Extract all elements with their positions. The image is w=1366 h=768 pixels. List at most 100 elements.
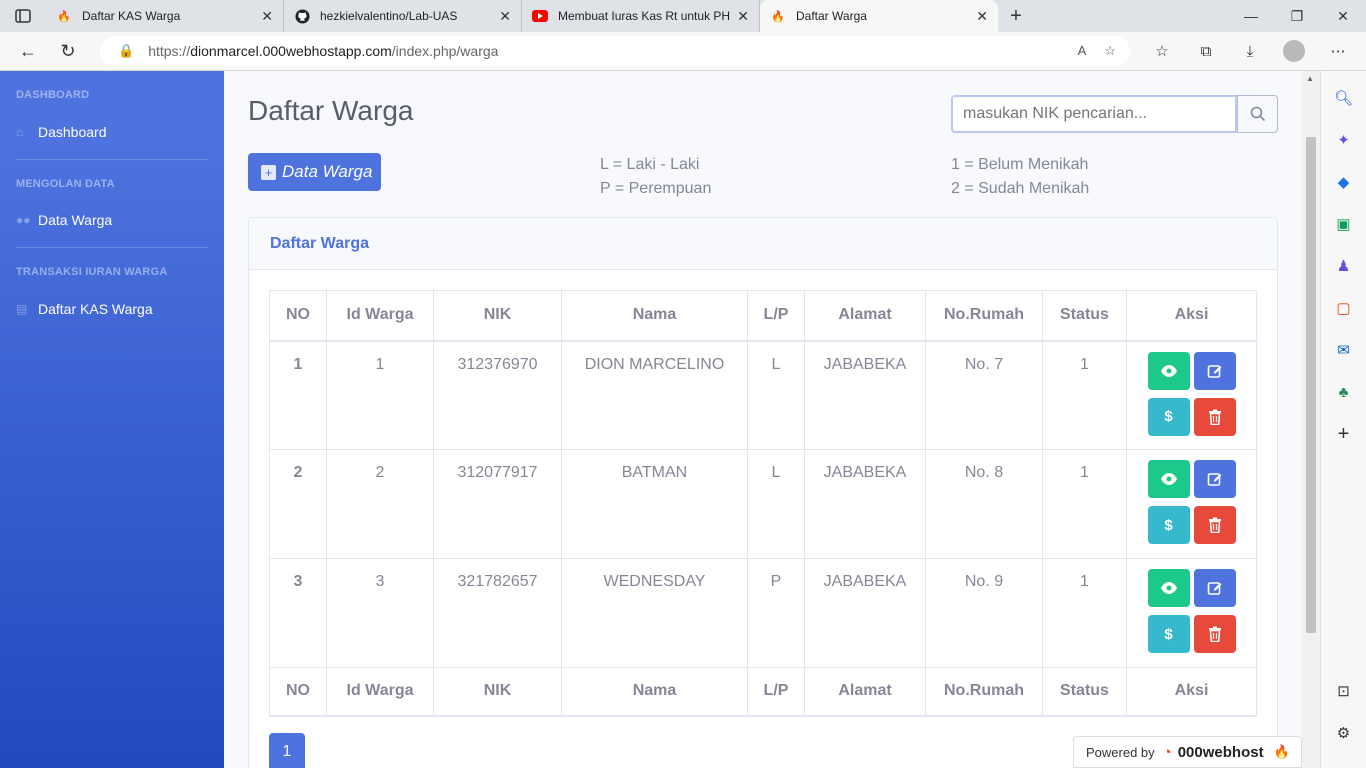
view-button[interactable] (1147, 351, 1190, 390)
legend-line: L = Laki - Laki (600, 156, 700, 173)
address-toolbar: ← ↻ 🔒 https://dionmarcel.000webhostapp.c… (0, 32, 1366, 71)
outlook-icon[interactable]: ✉ (1329, 335, 1359, 365)
profile-avatar[interactable] (1283, 40, 1305, 62)
close-tab-icon[interactable]: ✕ (976, 8, 988, 25)
delete-button[interactable] (1193, 506, 1236, 544)
column-header: Id Warga (326, 290, 434, 342)
add-favorite-icon[interactable]: ☆ (1104, 43, 1116, 59)
collections-icon[interactable]: ⧉ (1184, 36, 1228, 66)
tab-actions-icon[interactable] (0, 0, 46, 32)
view-button[interactable] (1147, 460, 1190, 498)
cell-status: 1 (1042, 449, 1127, 559)
restore-icon[interactable]: ❐ (1274, 0, 1320, 32)
column-header: Nama (561, 290, 748, 342)
cell-no: 2 (269, 449, 327, 559)
browser-tab-3[interactable]: Membuat Iuras Kas Rt untuk PHP ✕ (522, 0, 760, 32)
search-input[interactable] (951, 95, 1237, 133)
view-button[interactable] (1147, 569, 1190, 607)
browser-tab-1[interactable]: 🔥 Daftar KAS Warga ✕ (46, 0, 284, 32)
favorites-icon[interactable]: ☆ (1140, 36, 1184, 66)
cell-lp: L (747, 449, 805, 559)
shopping-tag-icon[interactable]: ◆ (1329, 167, 1359, 197)
home-icon: ⌂ (16, 125, 24, 139)
search-icon[interactable]: 🔍︎ (1329, 83, 1359, 113)
office-icon[interactable]: ▢ (1329, 293, 1359, 323)
sidebar-item-kas-warga[interactable]: ▤ Daftar KAS Warga (16, 301, 153, 317)
tab-title: hezkielvalentino/Lab-UAS (320, 9, 458, 23)
pay-button[interactable]: $ (1147, 506, 1190, 544)
edit-button[interactable] (1193, 460, 1236, 498)
cell-rumah: No. 9 (925, 558, 1043, 668)
browser-tab-4[interactable]: 🔥 Daftar Warga ✕ (760, 0, 998, 32)
copilot-icon[interactable]: ✦ (1329, 125, 1359, 155)
search-button[interactable] (1237, 95, 1278, 133)
cell-alamat: JABABEKA (804, 449, 926, 559)
sidebar-heading: MENGOLAN DATA (16, 178, 115, 190)
tools-icon[interactable]: ▣ (1329, 209, 1359, 239)
tab-title: Daftar Warga (796, 9, 867, 23)
cell-aksi: $ (1126, 340, 1257, 450)
page-scrollbar[interactable]: ▲ (1302, 71, 1320, 768)
games-icon[interactable]: ♟ (1329, 251, 1359, 281)
pay-button[interactable]: $ (1147, 397, 1190, 436)
column-footer: Alamat (804, 667, 926, 717)
search-icon (1250, 106, 1265, 122)
fire-icon: 🔥 (1273, 744, 1290, 759)
trash-icon (1208, 626, 1221, 642)
cell-id: 2 (326, 449, 434, 559)
tab-title: Membuat Iuras Kas Rt untuk PHP (558, 9, 732, 23)
users-icon: ●● (16, 213, 31, 227)
add-panel-icon[interactable]: + (1329, 419, 1359, 449)
tree-icon[interactable]: ♣ (1329, 377, 1359, 407)
powered-by-badge[interactable]: Powered by ◔ 000webhost 🔥 (1073, 736, 1302, 768)
edit-button[interactable] (1193, 351, 1236, 390)
table-row: 3 3 321782657 WEDNESDAY P JABABEKA No. 9… (269, 558, 1257, 668)
sidebar-item-data-warga[interactable]: ●● Data Warga (16, 212, 112, 228)
back-icon[interactable]: ← (8, 35, 48, 67)
sidebar-item-dashboard[interactable]: ⌂ Dashboard (16, 124, 107, 140)
legend-line: P = Perempuan (600, 180, 712, 197)
cell-nik: 312077917 (433, 449, 562, 559)
browser-tab-2[interactable]: hezkielvalentino/Lab-UAS ✕ (284, 0, 522, 32)
dollar-icon: $ (1164, 516, 1173, 534)
column-header: L/P (747, 290, 805, 342)
refresh-icon[interactable]: ↻ (48, 35, 88, 67)
cell-nama: DION MARCELINO (561, 340, 748, 450)
close-tab-icon[interactable]: ✕ (737, 8, 749, 25)
pagination-page-1[interactable]: 1 (269, 733, 305, 768)
cell-rumah: No. 8 (925, 449, 1043, 559)
pay-button[interactable]: $ (1147, 615, 1190, 653)
cell-id: 1 (326, 340, 434, 450)
edit-button[interactable] (1193, 569, 1236, 607)
add-warga-button[interactable]: + Data Warga (248, 153, 381, 191)
more-menu-icon[interactable]: ⋯ (1316, 36, 1360, 66)
downloads-icon[interactable]: ⤓ (1228, 36, 1272, 66)
column-footer: Id Warga (326, 667, 434, 717)
warga-card: Daftar Warga NO Id Warga NIK Nama L/P Al… (248, 217, 1278, 768)
close-tab-icon[interactable]: ✕ (499, 8, 511, 25)
cell-status: 1 (1042, 340, 1127, 450)
settings-icon[interactable]: ⚙ (1329, 718, 1359, 748)
fire-icon: 🔥 (771, 10, 785, 23)
scroll-up-arrow-icon[interactable]: ▲ (1306, 74, 1314, 83)
delete-button[interactable] (1193, 615, 1236, 653)
sidebar-toggle-icon[interactable]: ⊡ (1329, 676, 1359, 706)
minimize-icon[interactable]: — (1228, 0, 1274, 32)
address-bar[interactable]: 🔒 https://dionmarcel.000webhostapp.com/i… (100, 36, 1130, 66)
lock-icon[interactable]: 🔒 (118, 43, 134, 59)
delete-button[interactable] (1193, 397, 1236, 436)
youtube-icon (532, 8, 548, 24)
trash-icon (1208, 517, 1221, 533)
read-aloud-icon[interactable]: A (1078, 43, 1087, 59)
card-title: Daftar Warga (249, 218, 1277, 270)
scrollbar-thumb[interactable] (1306, 137, 1316, 633)
close-window-icon[interactable]: ✕ (1320, 0, 1366, 32)
new-tab-button[interactable]: + (998, 0, 1034, 32)
cell-no: 1 (269, 340, 327, 450)
sidebar-item-label: Daftar KAS Warga (38, 301, 153, 317)
edit-icon (1207, 473, 1221, 486)
gender-legend: L = Laki - Laki P = Perempuan (600, 153, 711, 201)
column-footer: NO (269, 667, 327, 717)
close-tab-icon[interactable]: ✕ (261, 8, 273, 25)
column-footer: NIK (433, 667, 562, 717)
